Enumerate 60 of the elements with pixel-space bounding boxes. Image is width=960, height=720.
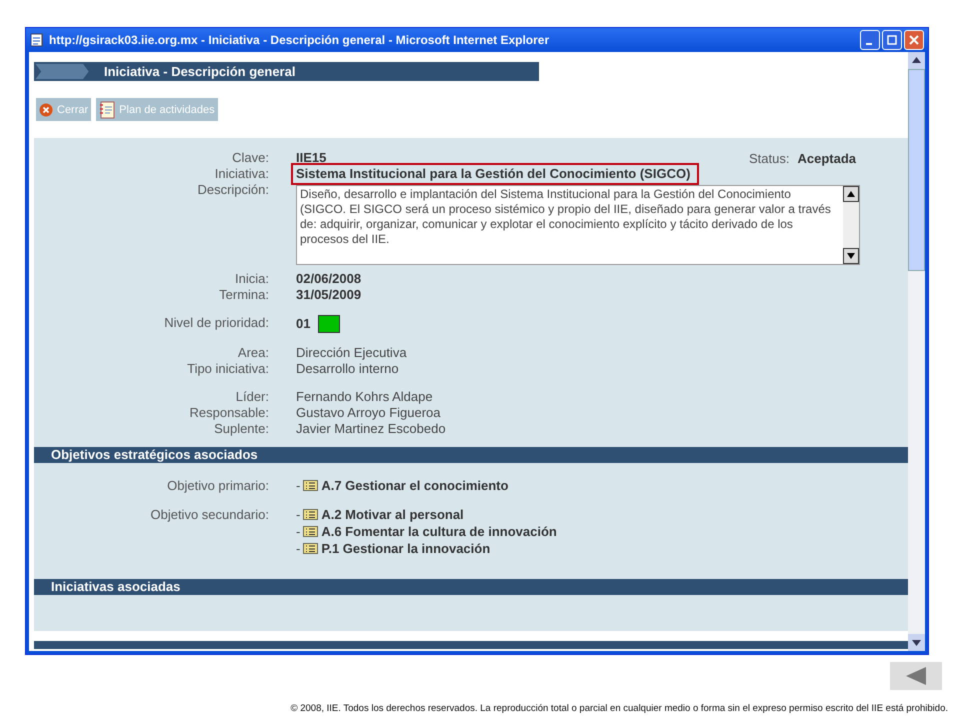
page-title: Iniciativa - Descripción general bbox=[104, 64, 296, 79]
list-marker: - bbox=[296, 540, 300, 557]
field-value: Dirección Ejecutiva bbox=[296, 345, 407, 361]
field-value: Javier Martinez Escobedo bbox=[296, 421, 446, 437]
objective-link[interactable]: P.1 Gestionar la innovación bbox=[321, 540, 490, 557]
field-label: Area: bbox=[236, 345, 269, 361]
maximize-button[interactable] bbox=[882, 30, 902, 50]
close-button[interactable] bbox=[904, 30, 924, 50]
field-value: IIE15 bbox=[296, 150, 326, 166]
list-marker: - bbox=[296, 477, 300, 494]
page-icon bbox=[30, 33, 44, 47]
list-icon bbox=[303, 526, 318, 537]
section-title: Iniciativas asociadas bbox=[51, 579, 180, 594]
objective-link[interactable]: A.6 Fomentar la cultura de innovación bbox=[321, 523, 557, 540]
scrollbar[interactable] bbox=[843, 186, 859, 264]
description-textarea[interactable]: Diseño, desarrollo e implantación del Sistema Institucional para la Gestión del Conocimiento (SIGCO. El SIGCO será un proceso sistémico y propio del IIE, diseñado para generar valor a través de: adquirir, organizar, comunicar y explotar el conocimiento explícito y tácito derivado de los procesos del IIE. bbox=[296, 185, 860, 265]
window-title: http://gsirack03.iie.org.mx - Iniciativa - Descripción general - Microsoft Internet Explorer bbox=[49, 33, 550, 47]
field-label: Clave: bbox=[231, 150, 269, 166]
field-label: Tipo iniciativa: bbox=[186, 361, 269, 377]
field-value: 31/05/2009 bbox=[296, 287, 362, 303]
scroll-up-icon[interactable] bbox=[843, 186, 859, 202]
field-label: Objetivo secundario: bbox=[149, 506, 269, 524]
status-value: Aceptada bbox=[797, 151, 856, 166]
field-value: 02/06/2008 bbox=[296, 271, 362, 287]
field-label: Líder: bbox=[234, 389, 269, 405]
minimize-button[interactable] bbox=[860, 30, 880, 50]
field-label: Iniciativa: bbox=[214, 166, 269, 182]
notebook-icon bbox=[99, 100, 116, 118]
close-icon bbox=[909, 35, 919, 45]
field-value: Desarrollo interno bbox=[296, 361, 399, 377]
field-label: Descripción: bbox=[196, 182, 269, 198]
field-label: Inicia: bbox=[234, 271, 269, 287]
list-icon bbox=[303, 543, 318, 554]
close-icon bbox=[39, 102, 53, 116]
objective-link[interactable]: A.7 Gestionar el conocimiento bbox=[321, 477, 508, 494]
field-label: Objetivo primario: bbox=[166, 477, 269, 494]
priority-value: 01 bbox=[296, 316, 310, 332]
scroll-up-icon[interactable] bbox=[908, 52, 925, 69]
highlighted-value: Sistema Institucional para la Gestión del Conocimiento (SIGCO) bbox=[294, 166, 696, 182]
objective-link[interactable]: A.2 Motivar al personal bbox=[321, 506, 464, 523]
field-value: Fernando Kohrs Aldape bbox=[296, 389, 433, 405]
list-marker: - bbox=[296, 523, 300, 540]
list-icon bbox=[303, 480, 318, 491]
minimize-icon bbox=[866, 43, 872, 45]
status-label: Status: bbox=[749, 151, 790, 166]
field-label: Termina: bbox=[218, 287, 269, 303]
list-marker: - bbox=[296, 506, 300, 523]
left-triangle-icon bbox=[905, 666, 927, 686]
maximize-icon bbox=[887, 35, 897, 45]
scroll-down-icon[interactable] bbox=[908, 634, 925, 651]
field-label: Nivel de prioridad: bbox=[163, 315, 269, 331]
scroll-down-icon[interactable] bbox=[843, 248, 859, 264]
section-title: Objetivos estratégicos asociados bbox=[51, 447, 258, 462]
back-button[interactable] bbox=[890, 662, 942, 690]
copyright-notice: © 2008, IIE. Todos los derechos reservados. La reproducción total o parcial en cualquier medio o forma sin el expreso permiso escrito del IIE está prohibido. bbox=[290, 703, 948, 714]
field-value: Gustavo Arroyo Figueroa bbox=[296, 405, 441, 421]
list-icon bbox=[303, 509, 318, 520]
field-label: Responsable: bbox=[188, 405, 269, 421]
field-label: Suplente: bbox=[213, 421, 269, 437]
scrollbar[interactable] bbox=[908, 52, 925, 651]
